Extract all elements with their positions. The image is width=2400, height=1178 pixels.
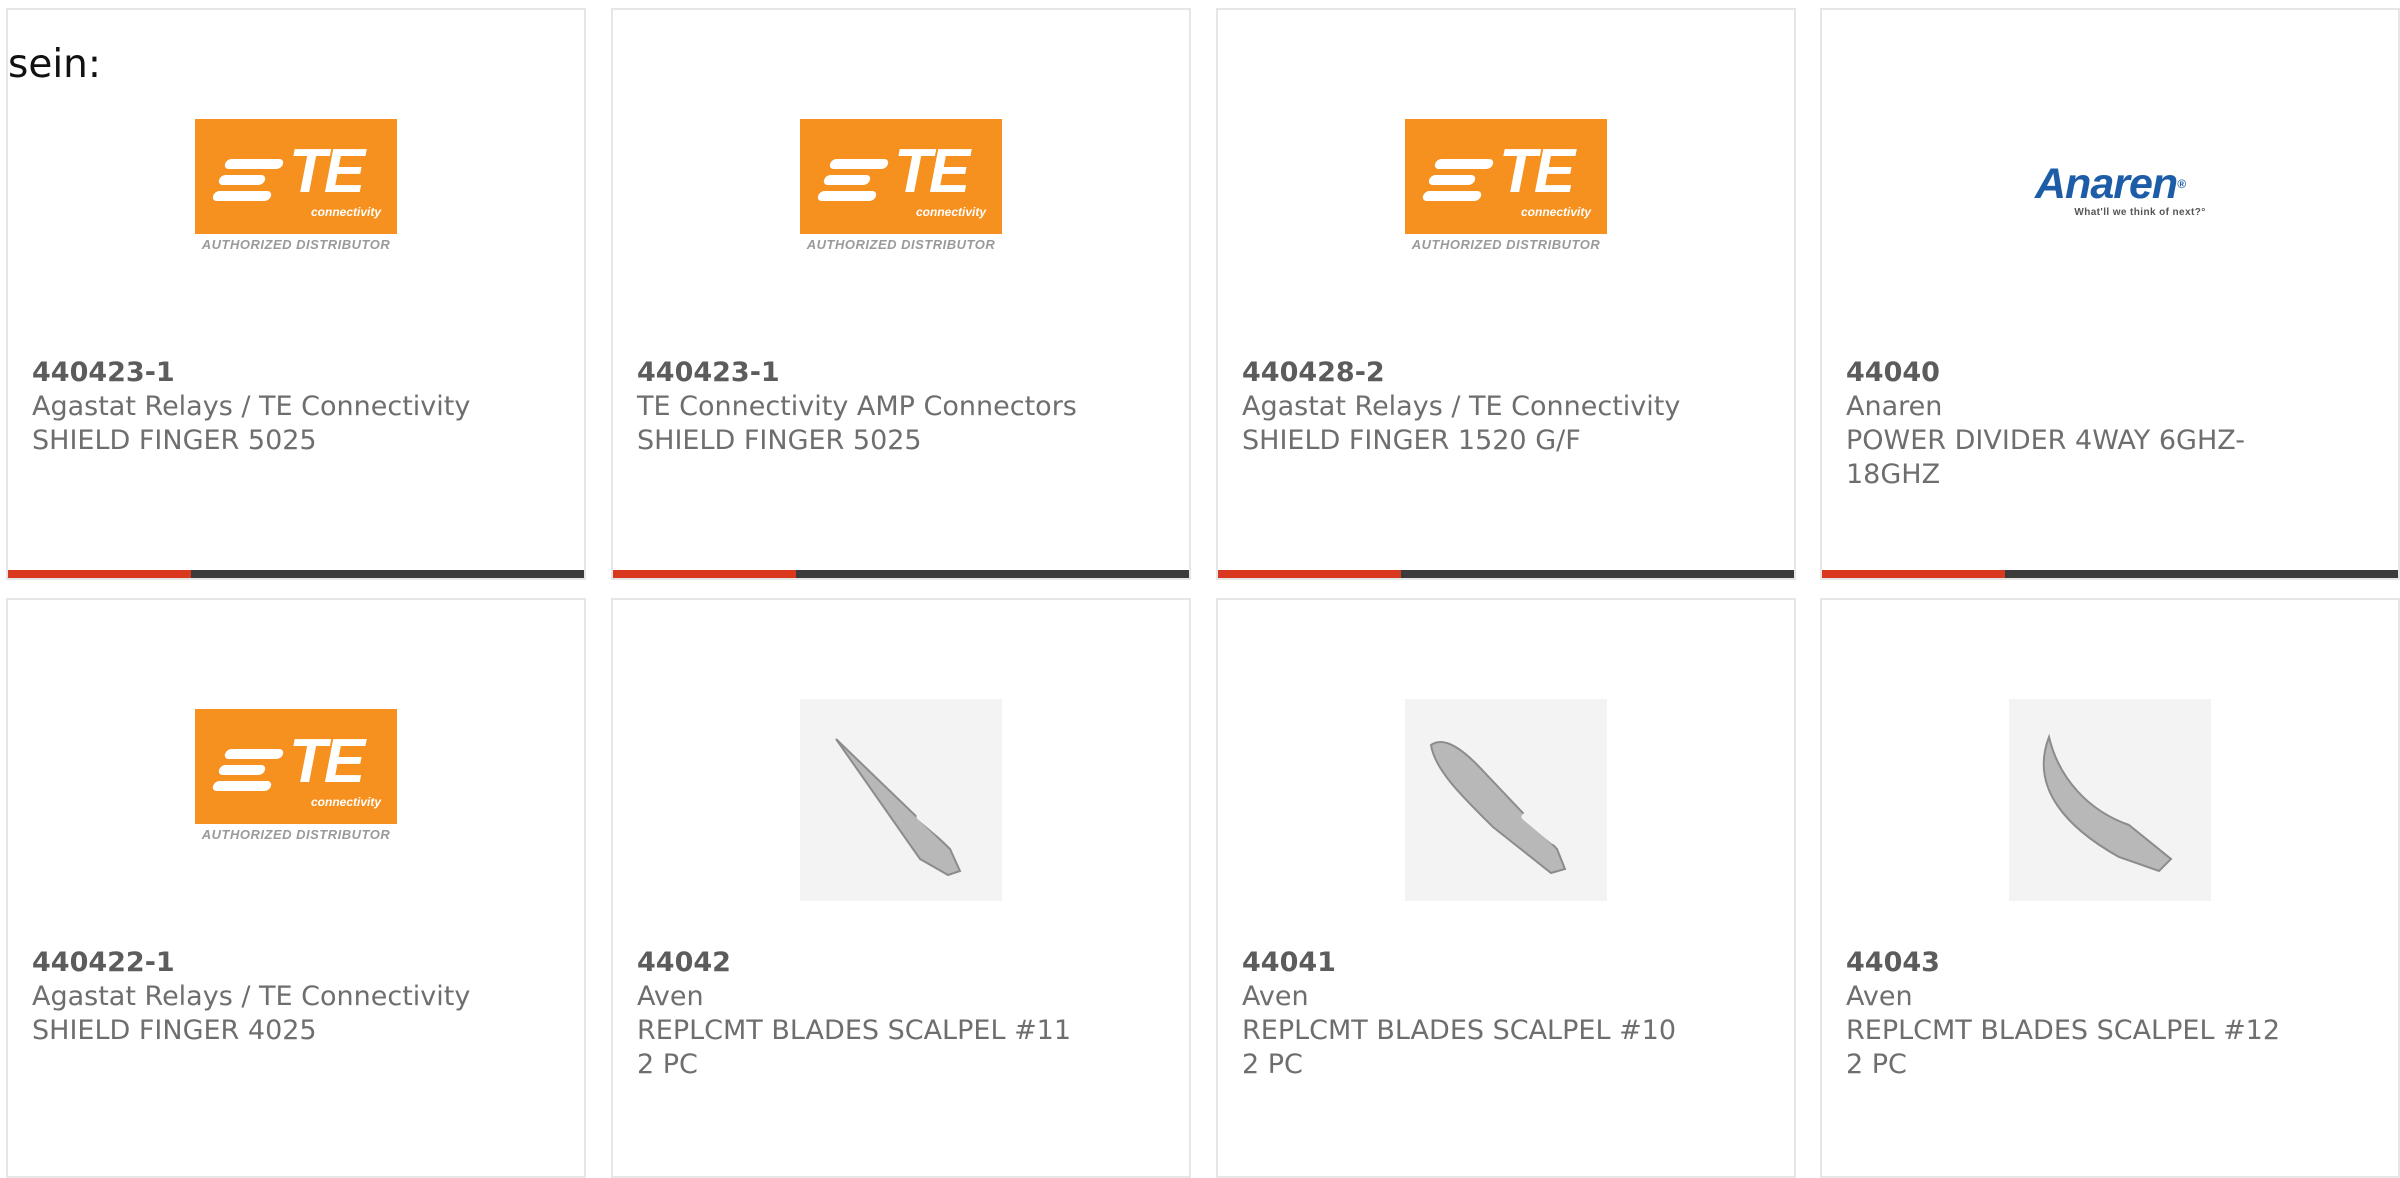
product-image[interactable]: TE connectivity AUTHORIZED DISTRIBUTOR [1405, 109, 1607, 255]
te-logo-box: TE connectivity [195, 119, 397, 234]
te-sub: connectivity [311, 795, 382, 809]
product-card[interactable]: TE connectivity AUTHORIZED DISTRIBUTOR 4… [611, 8, 1191, 580]
scalpel-blade-12-image [2009, 699, 2211, 901]
te-letters: TE [1499, 137, 1575, 206]
description-line: 18GHZ [1846, 459, 1941, 490]
manufacturer: Agastat Relays / TE Connectivity [32, 981, 471, 1012]
description-line: SHIELD FINGER 5025 [32, 425, 317, 456]
card-accent-fill [8, 570, 191, 578]
product-card[interactable]: 44043 Aven REPLCMT BLADES SCALPEL #12 2 PC [1820, 598, 2400, 1178]
manufacturer: Agastat Relays / TE Connectivity [1242, 391, 1681, 422]
te-tagline: AUTHORIZED DISTRIBUTOR [806, 237, 996, 252]
scalpel-blade-11-image [800, 699, 1002, 901]
manufacturer: Aven [1846, 981, 1913, 1012]
part-number[interactable]: 440422-1 [32, 946, 560, 980]
description-line: 2 PC [1242, 1049, 1303, 1080]
intro-text: sein: [8, 42, 102, 87]
te-sub: connectivity [1521, 205, 1592, 219]
te-tagline: AUTHORIZED DISTRIBUTOR [201, 237, 391, 252]
card-accent-bar [613, 570, 1189, 578]
anaren-wordmark: Anaren® [2035, 160, 2186, 208]
product-card[interactable]: TE connectivity AUTHORIZED DISTRIBUTOR 4… [6, 8, 586, 580]
te-tagline: AUTHORIZED DISTRIBUTOR [1411, 237, 1601, 252]
te-logo-box: TE connectivity [195, 709, 397, 824]
part-number[interactable]: 44041 [1242, 946, 1770, 980]
manufacturer: Aven [1242, 981, 1309, 1012]
product-card[interactable]: TE connectivity AUTHORIZED DISTRIBUTOR 4… [6, 598, 586, 1178]
te-letters: TE [894, 137, 970, 206]
product-card[interactable]: Anaren® What'll we think of next?° 44040… [1820, 8, 2400, 580]
product-card[interactable]: TE connectivity AUTHORIZED DISTRIBUTOR 4… [1216, 8, 1796, 580]
te-logo-box: TE connectivity [800, 119, 1002, 234]
product-image[interactable]: TE connectivity AUTHORIZED DISTRIBUTOR [195, 699, 397, 845]
card-accent-fill [1218, 570, 1401, 578]
description-line: REPLCMT BLADES SCALPEL #11 [637, 1015, 1072, 1046]
te-sub: connectivity [916, 205, 987, 219]
card-accent-fill [1822, 570, 2005, 578]
te-letters: TE [289, 727, 365, 796]
description-line: 2 PC [637, 1049, 698, 1080]
te-logo-box: TE connectivity [1405, 119, 1607, 234]
product-card[interactable]: 44041 Aven REPLCMT BLADES SCALPEL #10 2 PC [1216, 598, 1796, 1178]
te-tagline: AUTHORIZED DISTRIBUTOR [201, 827, 391, 842]
manufacturer: Agastat Relays / TE Connectivity [32, 391, 471, 422]
manufacturer: TE Connectivity AMP Connectors [637, 391, 1077, 422]
scalpel-blade-10-image [1405, 699, 1607, 901]
product-image[interactable]: TE connectivity AUTHORIZED DISTRIBUTOR [195, 109, 397, 255]
description-line: SHIELD FINGER 4025 [32, 1015, 317, 1046]
part-number[interactable]: 440423-1 [637, 356, 1165, 390]
product-card[interactable]: 44042 Aven REPLCMT BLADES SCALPEL #11 2 PC [611, 598, 1191, 1178]
product-image[interactable] [1405, 699, 1607, 901]
description-line: REPLCMT BLADES SCALPEL #12 [1846, 1015, 2281, 1046]
card-accent-bar [1822, 570, 2398, 578]
manufacturer: Anaren [1846, 391, 1943, 422]
product-image[interactable] [800, 699, 1002, 901]
anaren-tagline: What'll we think of next?° [2074, 207, 2206, 218]
product-image[interactable] [2009, 699, 2211, 901]
card-accent-bar [8, 570, 584, 578]
part-number[interactable]: 440423-1 [32, 356, 560, 390]
description-line: 2 PC [1846, 1049, 1907, 1080]
part-number[interactable]: 44043 [1846, 946, 2374, 980]
description-line: REPLCMT BLADES SCALPEL #10 [1242, 1015, 1677, 1046]
description-line: SHIELD FINGER 1520 G/F [1242, 425, 1581, 456]
description-line: SHIELD FINGER 5025 [637, 425, 922, 456]
description-line: POWER DIVIDER 4WAY 6GHZ- [1846, 425, 2246, 456]
part-number[interactable]: 440428-2 [1242, 356, 1770, 390]
manufacturer: Aven [637, 981, 704, 1012]
card-accent-bar [1218, 570, 1794, 578]
part-number[interactable]: 44042 [637, 946, 1165, 980]
te-sub: connectivity [311, 205, 382, 219]
card-accent-fill [613, 570, 796, 578]
product-image[interactable]: TE connectivity AUTHORIZED DISTRIBUTOR [800, 109, 1002, 255]
part-number[interactable]: 44040 [1846, 356, 2374, 390]
product-image[interactable]: Anaren® What'll we think of next?° [2009, 109, 2211, 255]
te-letters: TE [289, 137, 365, 206]
